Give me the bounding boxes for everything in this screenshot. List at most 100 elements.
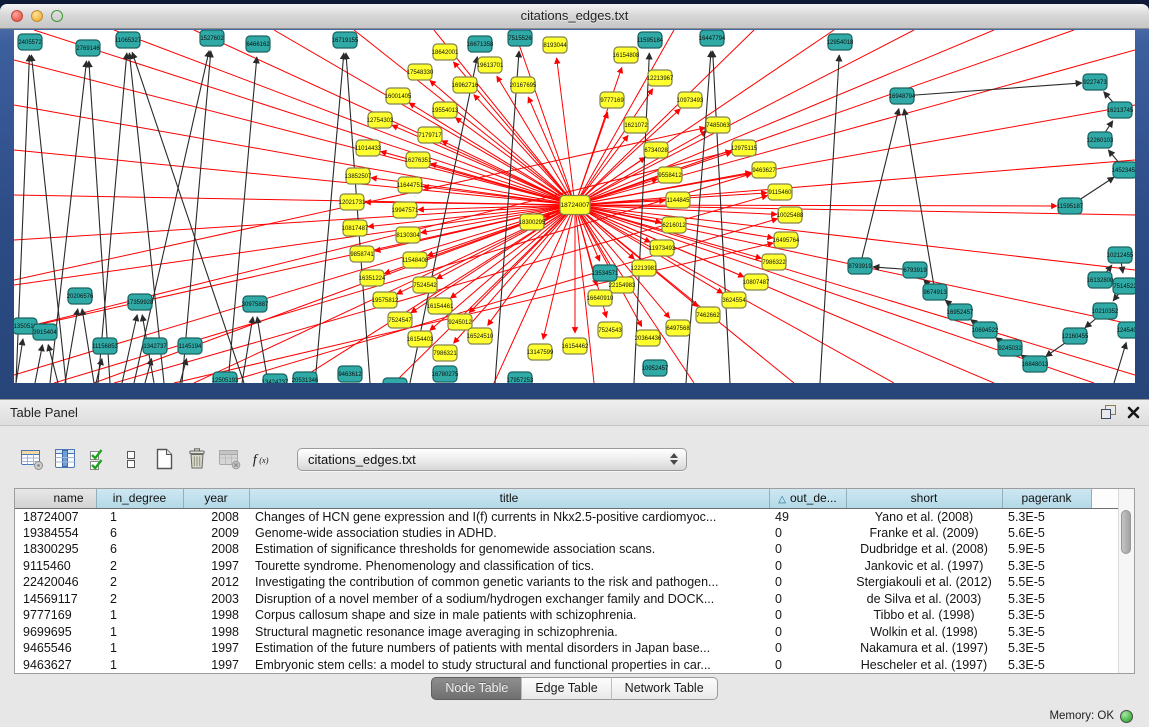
graph-node-label: 10817487 <box>342 226 369 232</box>
graph-node-label: 10694522 <box>972 328 999 334</box>
graph-edge[interactable] <box>242 317 253 383</box>
table-cell: 19384554 <box>15 525 96 542</box>
graph-edge[interactable] <box>129 53 164 383</box>
graph-node-label: 20167695 <box>510 83 537 89</box>
table-cell: 2003 <box>183 591 249 608</box>
graph-edge[interactable] <box>575 135 628 205</box>
table-row[interactable]: 2242004622012Investigating the contribut… <box>15 574 1120 591</box>
graph-node-label: 9245032 <box>998 346 1022 352</box>
graph-edge[interactable] <box>96 359 102 383</box>
table-cell: 18724007 <box>15 508 96 525</box>
graph-edge[interactable] <box>713 51 730 383</box>
attribute-table: namein_degreeyeartitle△out_de...shortpag… <box>15 489 1120 673</box>
graph-node-label: 16524510 <box>467 334 494 340</box>
graph-edge[interactable] <box>575 205 1135 215</box>
graph-edge[interactable] <box>132 52 244 383</box>
graph-edge[interactable] <box>14 205 575 285</box>
graph-node-label: 30975887 <box>242 302 269 308</box>
column-header-in-degree[interactable]: in_degree <box>96 489 183 508</box>
graph-edge[interactable] <box>228 57 257 383</box>
column-header-short[interactable]: short <box>846 489 1002 508</box>
graph-node-label: 12505193 <box>212 378 239 383</box>
column-header-pagerank[interactable]: pagerank <box>1002 489 1091 508</box>
graph-edge[interactable] <box>315 53 344 383</box>
graph-edge[interactable] <box>820 55 839 383</box>
graph-edge[interactable] <box>902 83 1082 96</box>
graph-node-label: 16154808 <box>613 53 640 59</box>
graph-node-label: 16447794 <box>699 36 726 42</box>
float-window-icon[interactable] <box>1101 405 1116 424</box>
function-builder-icon[interactable]: f (x) <box>251 447 275 471</box>
window-titlebar[interactable]: citations_edges.txt <box>0 4 1149 29</box>
table-row[interactable]: 1456911722003Disruption of a novel membe… <box>15 591 1120 608</box>
table-cell: 1 <box>96 624 183 641</box>
tab-node-table[interactable]: Node Table <box>431 677 521 700</box>
graph-node-label: 7524542 <box>413 283 437 289</box>
graph-node-label: 1342737 <box>143 344 167 350</box>
graph-node-label: 1621072 <box>624 123 648 129</box>
table-select-value: citations_edges.txt <box>308 452 416 467</box>
table-cell: Changes of HCN gene expression and I(f) … <box>249 508 769 525</box>
graph-edge[interactable] <box>65 309 78 383</box>
graph-edge[interactable] <box>1114 342 1126 383</box>
table-row[interactable]: 977716911998Corpus callosum shape and si… <box>15 607 1120 624</box>
clear-selection-icon[interactable] <box>119 447 143 471</box>
graph-node-label: 13424737 <box>262 380 289 383</box>
table-settings-icon[interactable] <box>20 447 44 471</box>
graph-node-label: 8193044 <box>543 43 567 49</box>
graph-edge[interactable] <box>98 53 127 383</box>
toggle-column-icon[interactable] <box>53 447 77 471</box>
graph-edge[interactable] <box>14 105 575 205</box>
graph-edge[interactable] <box>174 243 773 383</box>
graph-edge[interactable] <box>575 205 1135 375</box>
graph-edge[interactable] <box>35 345 42 383</box>
table-row[interactable]: 1872400712008Changes of HCN gene express… <box>15 508 1120 525</box>
memory-status-label: Memory: OK <box>1049 710 1114 722</box>
table-row[interactable]: 946362711997Embryonic stem cells: a mode… <box>15 657 1120 674</box>
table-row[interactable]: 969969511998Structural magnetic resonanc… <box>15 624 1120 641</box>
svg-text:(x): (x) <box>259 456 268 465</box>
graph-edge[interactable] <box>89 61 110 383</box>
scrollbar-thumb[interactable] <box>1121 510 1131 554</box>
graph-node-label: 18724007 <box>561 202 590 209</box>
new-file-icon[interactable] <box>152 447 176 471</box>
table-row[interactable]: 1830029562008Estimation of significance … <box>15 541 1120 558</box>
memory-status-indicator <box>1120 710 1133 723</box>
graph-edge[interactable] <box>575 30 1074 205</box>
delete-table-icon[interactable] <box>218 447 242 471</box>
select-rows-icon[interactable] <box>86 447 110 471</box>
table-panel: Table Panel <box>0 399 1149 727</box>
table-row[interactable]: 1938455462009Genome-wide association stu… <box>15 525 1120 542</box>
column-header-year[interactable]: year <box>183 489 249 508</box>
graph-node-label: 14523450 <box>1112 168 1135 174</box>
column-header-name[interactable]: name <box>15 489 96 508</box>
graph-edge[interactable] <box>182 51 211 383</box>
column-header-out-de-[interactable]: △out_de... <box>769 489 846 508</box>
tab-network-table[interactable]: Network Table <box>611 677 718 700</box>
close-icon[interactable] <box>1127 406 1140 424</box>
table-select[interactable]: citations_edges.txt <box>297 448 687 471</box>
network-canvas[interactable]: 1872400718300295196137011696271619554013… <box>14 30 1135 383</box>
network-graph[interactable]: 1872400718300295196137011696271619554013… <box>14 30 1135 383</box>
column-header-title[interactable]: title <box>249 489 769 508</box>
graph-edge[interactable] <box>495 51 519 383</box>
graph-node-label: 9558412 <box>658 173 682 179</box>
graph-node-label: 11548408 <box>402 258 429 264</box>
graph-node-label: 16213745 <box>1107 108 1134 114</box>
graph-edge[interactable] <box>94 205 575 383</box>
graph-edge[interactable] <box>409 103 575 205</box>
graph-node[interactable] <box>383 378 407 383</box>
graph-edge[interactable] <box>122 315 137 383</box>
table-row[interactable]: 946554611997Estimation of the future num… <box>15 640 1120 657</box>
graph-node-label: 7514522 <box>1113 284 1135 290</box>
delete-icon[interactable] <box>185 447 209 471</box>
tab-edge-table[interactable]: Edge Table <box>521 677 610 700</box>
graph-node-label: 11595184 <box>637 38 664 44</box>
table-scrollbar[interactable] <box>1118 489 1134 673</box>
graph-node-label: 7462662 <box>696 313 720 319</box>
graph-edge[interactable] <box>274 30 575 205</box>
graph-edge[interactable] <box>145 359 152 383</box>
table-cell: 5.3E-5 <box>1002 558 1091 575</box>
graph-edge[interactable] <box>575 160 1135 205</box>
table-row[interactable]: 911546021997Tourette syndrome. Phenomeno… <box>15 558 1120 575</box>
